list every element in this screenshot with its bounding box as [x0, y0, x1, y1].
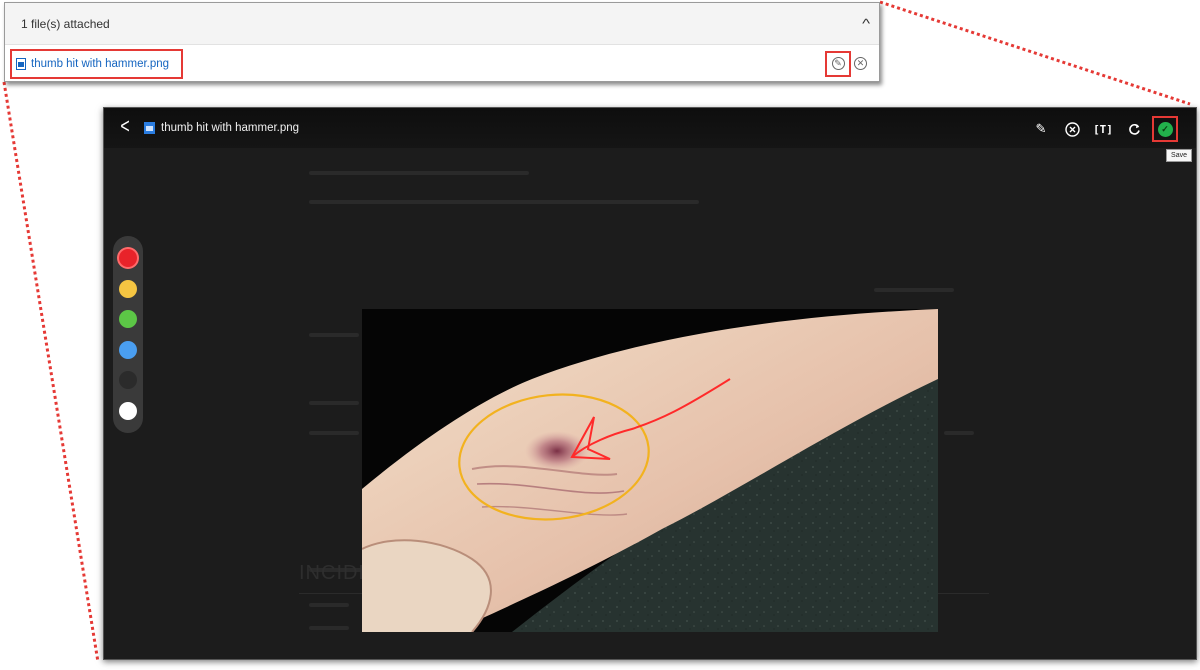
- save-button[interactable]: ✓: [1152, 116, 1178, 142]
- color-swatch-black[interactable]: [119, 371, 137, 390]
- close-circle-icon[interactable]: [1063, 120, 1081, 138]
- color-palette: [113, 236, 143, 433]
- save-tooltip: Save: [1166, 149, 1192, 162]
- color-swatch-green[interactable]: [119, 310, 137, 329]
- pencil-icon[interactable]: ✎: [1032, 120, 1050, 138]
- edit-attachment-button[interactable]: ✎: [825, 50, 851, 77]
- back-arrow-icon[interactable]: <: [114, 116, 136, 139]
- attachment-file-name: thumb hit with hammer.png: [31, 57, 170, 70]
- check-circle-icon: ✓: [1157, 121, 1173, 137]
- attachment-count: 1 file(s) attached: [21, 16, 110, 31]
- attachment-panel: 1 file(s) attached ^ thumb hit with hamm…: [4, 2, 880, 82]
- chevron-up-icon[interactable]: ^: [862, 16, 870, 31]
- photo-canvas: [362, 309, 938, 632]
- close-circle-icon[interactable]: ✕: [854, 57, 867, 70]
- color-swatch-red[interactable]: [119, 249, 137, 268]
- color-swatch-yellow[interactable]: [119, 279, 137, 298]
- image-editor: INCIDE < thumb hit with hammer.png ✎ [T]…: [103, 107, 1197, 660]
- pencil-icon: ✎: [831, 57, 845, 70]
- attachment-header[interactable]: 1 file(s) attached ^: [5, 3, 879, 45]
- file-image-icon: [144, 122, 155, 134]
- attachment-file-link[interactable]: thumb hit with hammer.png: [10, 48, 184, 79]
- color-swatch-white[interactable]: [119, 401, 137, 420]
- attachment-row: thumb hit with hammer.png ✎ ✕: [5, 45, 879, 82]
- attachment-actions: ✎ ✕: [825, 50, 867, 77]
- color-swatch-blue[interactable]: [119, 340, 137, 359]
- editor-tools: ✎ [T] ✓: [1032, 116, 1178, 142]
- rotate-icon[interactable]: [1125, 120, 1143, 138]
- editor-file-name: thumb hit with hammer.png: [161, 122, 300, 134]
- text-tool-icon[interactable]: [T]: [1093, 120, 1113, 138]
- editor-toolbar: < thumb hit with hammer.png ✎ [T] ✓ Save: [104, 108, 1196, 162]
- annotated-photo[interactable]: [362, 309, 938, 632]
- file-image-icon: [16, 57, 26, 70]
